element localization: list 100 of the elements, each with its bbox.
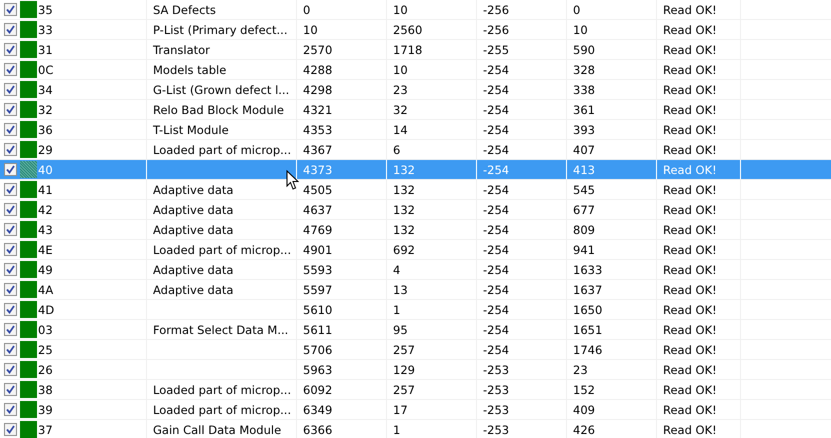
table-cell: 590	[573, 42, 595, 56]
table-cell: 4321	[303, 102, 332, 116]
checkbox[interactable]	[4, 3, 17, 16]
table-cell: 23	[573, 362, 588, 376]
checkbox[interactable]	[4, 83, 17, 96]
table-cell: 1	[393, 302, 400, 316]
table-row[interactable]: 25 5706 257 -254 1746 Read OK!	[0, 340, 831, 360]
table-cell: Read OK!	[663, 382, 717, 396]
table-cell: -254	[483, 242, 510, 256]
table-cell: Read OK!	[663, 102, 717, 116]
checkbox[interactable]	[4, 283, 17, 296]
status-square-icon	[20, 221, 37, 238]
status-square-icon	[20, 41, 37, 58]
table-cell: 1633	[573, 262, 602, 276]
table-row[interactable]: 4A Adaptive data 5597 13 -254 1637 Read OK!	[0, 280, 831, 300]
checkbox[interactable]	[4, 123, 17, 136]
checkbox[interactable]	[4, 243, 17, 256]
table-cell: 692	[393, 242, 415, 256]
table-cell: 4E	[38, 242, 53, 256]
table-cell: -254	[483, 302, 510, 316]
table-cell: Read OK!	[663, 142, 717, 156]
table-row[interactable]: 37 Gain Call Data Module 6366 1 -253 426 Read OK!	[0, 420, 831, 438]
table-cell: -254	[483, 142, 510, 156]
table-cell: 6	[393, 142, 400, 156]
table-cell: 132	[393, 182, 415, 196]
table-row[interactable]: 26 5963 129 -253 23 Read OK!	[0, 360, 831, 380]
table-cell: Read OK!	[663, 422, 717, 436]
table-cell: 10	[393, 2, 408, 16]
checkbox[interactable]	[4, 203, 17, 216]
table-cell: 393	[573, 122, 595, 136]
table-cell: -253	[483, 402, 510, 416]
table-cell: 407	[573, 142, 595, 156]
table-cell: 132	[393, 202, 415, 216]
table-cell: 4367	[303, 142, 332, 156]
table-cell: 29	[38, 142, 53, 156]
table-cell: Read OK!	[663, 282, 717, 296]
table-cell: 361	[573, 102, 595, 116]
table-cell: 4769	[303, 222, 332, 236]
table-cell: Read OK!	[663, 122, 717, 136]
table-cell: Read OK!	[663, 202, 717, 216]
table-cell: Adaptive data	[153, 282, 234, 296]
checkbox[interactable]	[4, 223, 17, 236]
table-cell: Adaptive data	[153, 262, 234, 276]
table-row[interactable]: 41 Adaptive data 4505 132 -254 545 Read OK!	[0, 180, 831, 200]
checkbox[interactable]	[4, 63, 17, 76]
table-cell: -254	[483, 222, 510, 236]
checkbox[interactable]	[4, 103, 17, 116]
table-cell: Read OK!	[663, 262, 717, 276]
checkbox[interactable]	[4, 383, 17, 396]
checkbox[interactable]	[4, 303, 17, 316]
table-row[interactable]: 39 Loaded part of microp... 6349 17 -253 409 Read OK!	[0, 400, 831, 420]
checkbox[interactable]	[4, 143, 17, 156]
table-cell: Adaptive data	[153, 202, 234, 216]
table-cell: Read OK!	[663, 242, 717, 256]
table-row[interactable]: 38 Loaded part of microp... 6092 257 -253 152 Read OK!	[0, 380, 831, 400]
table-cell: 6366	[303, 422, 332, 436]
table-row[interactable]: 0C Models table 4288 10 -254 328 Read OK!	[0, 60, 831, 80]
table-cell: Read OK!	[663, 82, 717, 96]
checkbox[interactable]	[4, 343, 17, 356]
table-cell: Translator	[153, 42, 210, 56]
table-cell: -254	[483, 322, 510, 336]
checkbox[interactable]	[4, 423, 17, 436]
table-cell: Adaptive data	[153, 182, 234, 196]
table-row[interactable]: 33 P-List (Primary defect... 10 2560 -256 10 Read OK!	[0, 20, 831, 40]
table-row[interactable]: 42 Adaptive data 4637 132 -254 677 Read OK!	[0, 200, 831, 220]
table-row[interactable]: 4D 5610 1 -254 1650 Read OK!	[0, 300, 831, 320]
status-square-icon	[20, 181, 37, 198]
table-cell: 4901	[303, 242, 332, 256]
table-cell: 4505	[303, 182, 332, 196]
table-row[interactable]: 43 Adaptive data 4769 132 -254 809 Read OK!	[0, 220, 831, 240]
table-row[interactable]: 34 G-List (Grown defect l... 4298 23 -254 338 Read OK!	[0, 80, 831, 100]
table-cell: 95	[393, 322, 408, 336]
status-square-icon	[20, 341, 37, 358]
table-row[interactable]: 4E Loaded part of microp... 4901 692 -254 941 Read OK!	[0, 240, 831, 260]
checkbox[interactable]	[4, 43, 17, 56]
table-cell: 23	[393, 82, 408, 96]
table-cell: 328	[573, 62, 595, 76]
table-cell: 6349	[303, 402, 332, 416]
checkbox[interactable]	[4, 323, 17, 336]
table-row[interactable]: 49 Adaptive data 5593 4 -254 1633 Read OK!	[0, 260, 831, 280]
table-row[interactable]: 03 Format Select Data M... 5611 95 -254 1651 Read OK!	[0, 320, 831, 340]
table-cell: -254	[483, 122, 510, 136]
table-row[interactable]: 32 Relo Bad Block Module 4321 32 -254 361 Read OK!	[0, 100, 831, 120]
checkbox[interactable]	[4, 363, 17, 376]
checkbox[interactable]	[4, 263, 17, 276]
checkbox[interactable]	[4, 23, 17, 36]
checkbox[interactable]	[4, 403, 17, 416]
table-cell: 0	[303, 2, 310, 16]
table-row[interactable]: 31 Translator 2570 1718 -255 590 Read OK!	[0, 40, 831, 60]
table-cell: Loaded part of microp...	[153, 142, 292, 156]
table-cell: 132	[393, 222, 415, 236]
checkbox[interactable]	[4, 183, 17, 196]
table-cell: 38	[38, 382, 53, 396]
table-cell: 338	[573, 82, 595, 96]
status-square-icon	[20, 141, 37, 158]
table-row[interactable]: 36 T-List Module 4353 14 -254 393 Read OK!	[0, 120, 831, 140]
table-row[interactable]: 35 SA Defects 0 10 -256 0 Read OK!	[0, 0, 831, 20]
table-cell: Read OK!	[663, 162, 717, 176]
checkbox[interactable]	[4, 163, 17, 176]
table-cell: Loaded part of microp...	[153, 242, 292, 256]
